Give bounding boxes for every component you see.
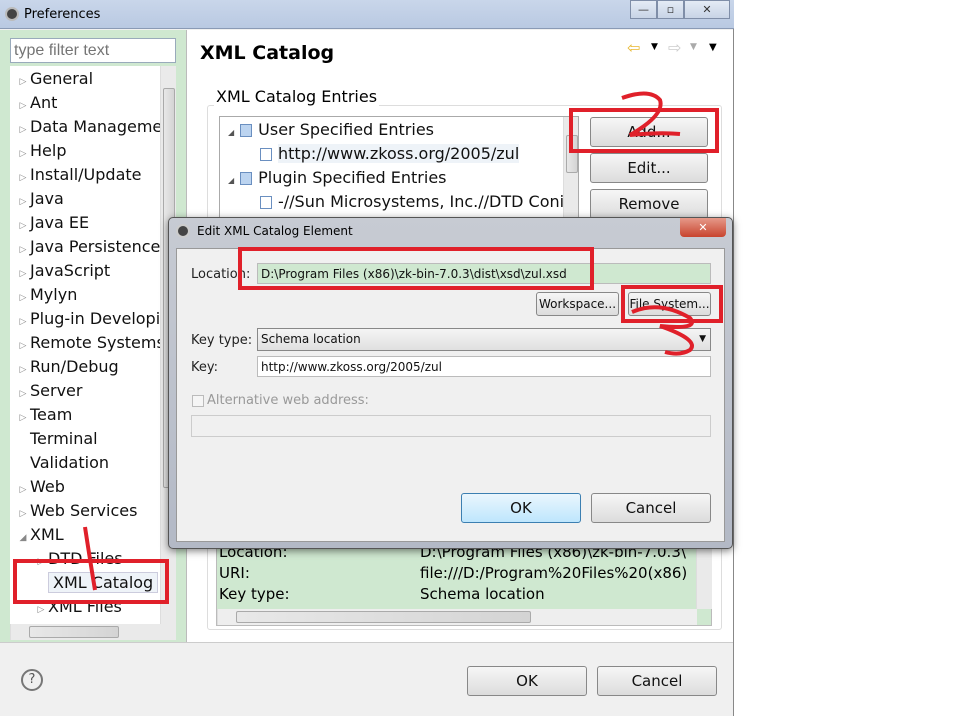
annotation-mark-2 xyxy=(621,91,681,137)
annotation-marks xyxy=(83,91,694,591)
annotation-mark-1 xyxy=(83,526,97,591)
annotation-mark-3 xyxy=(631,305,694,356)
